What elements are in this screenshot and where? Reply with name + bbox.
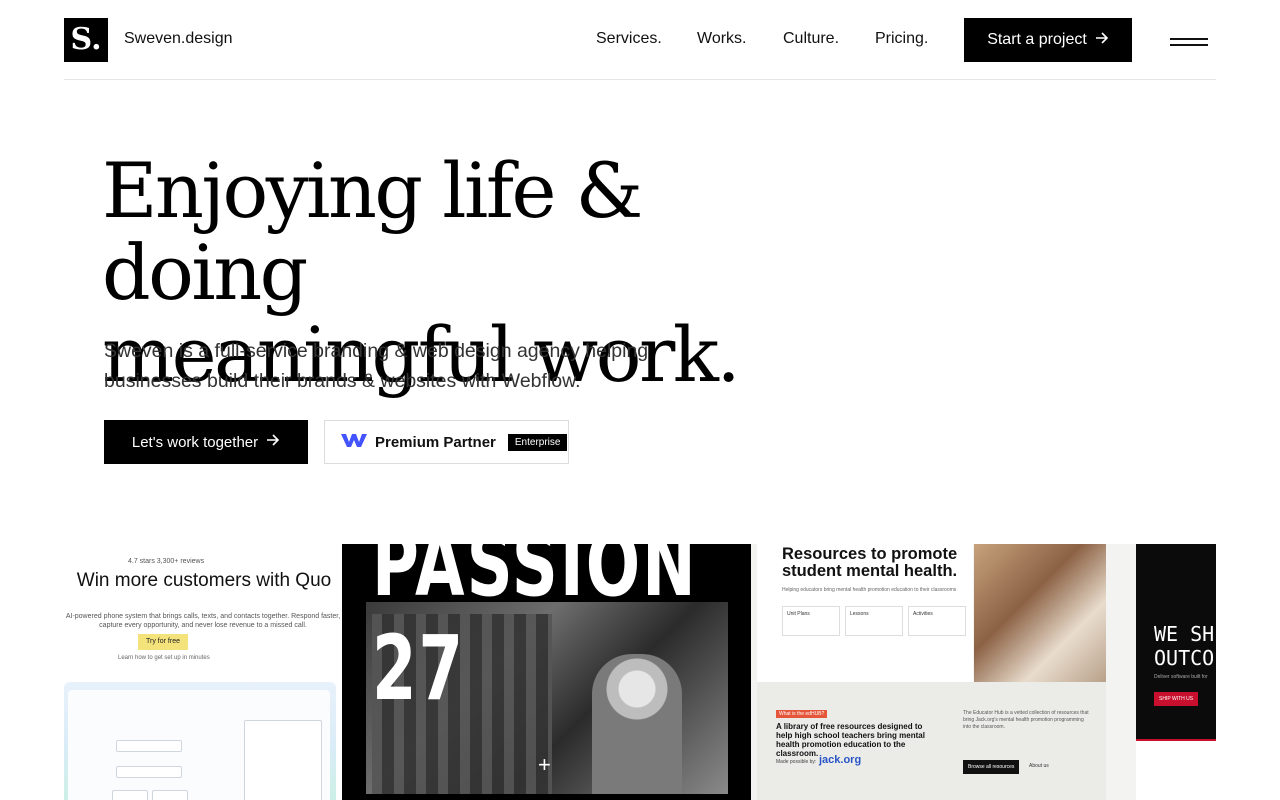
arrow-right-icon [1095, 31, 1109, 50]
enterprise-tag: Enterprise [507, 433, 568, 451]
showcase-jack[interactable]: Resources to promote student mental heal… [751, 544, 1136, 800]
nav-culture[interactable]: Culture. [783, 30, 839, 48]
quo-description: AI-powered phone system that brings call… [65, 613, 341, 629]
showcase-passion[interactable]: PASSION 27 + [342, 544, 751, 800]
jack-made-by: Made possible by: [776, 759, 817, 765]
jack-chip-unit-plans: Unit Plans [782, 606, 840, 636]
quo-learn-link[interactable]: Learn how to get set up in minutes [118, 655, 210, 661]
ship-lower-area [1136, 741, 1216, 800]
brand-name[interactable]: Sweven.design [124, 30, 233, 48]
start-project-label: Start a project [987, 31, 1087, 48]
mock-node [112, 790, 148, 800]
ship-headline: WE SH OUTCO [1154, 622, 1214, 670]
passion-wordmark: PASSION 27 [372, 544, 698, 722]
ship-button[interactable]: SHIP WITH US [1154, 692, 1199, 706]
jack-what-label: What is the edHUB? [776, 710, 828, 718]
ship-headline-line1: WE SH [1154, 622, 1215, 646]
quo-try-button[interactable]: Try for free [138, 634, 188, 650]
jack-description: Helping educators bring mental health pr… [782, 587, 957, 593]
logo-mark[interactable]: S. [64, 18, 108, 62]
mock-node [152, 790, 188, 800]
quo-title: Win more customers with Quo [76, 570, 332, 591]
quo-mockup-window [68, 690, 330, 800]
start-project-button[interactable]: Start a project [964, 18, 1132, 62]
nav-pricing[interactable]: Pricing. [875, 30, 928, 48]
jack-chip-activities: Activities [908, 606, 966, 636]
hero-subtext: Sweven is a full-service branding & web … [104, 340, 649, 392]
nav-services[interactable]: Services. [596, 30, 662, 48]
jack-hub-section: What is the edHUB? A library of free res… [757, 682, 1106, 800]
nav-works[interactable]: Works. [697, 30, 746, 48]
jack-browse-button[interactable]: Browse all resources [963, 760, 1020, 774]
showcase-quo[interactable]: 4.7 stars 3,300+ reviews Win more custom… [64, 544, 342, 800]
jack-about-link[interactable]: About us [1029, 763, 1049, 769]
ship-subtext: Deliver software built for [1154, 674, 1208, 680]
arrow-right-icon [266, 433, 280, 451]
site-header: S. Sweven.design Services. Works. Cultur… [64, 0, 1216, 80]
mock-node [116, 766, 182, 778]
ship-headline-line2: OUTCO [1154, 646, 1215, 670]
mock-node [116, 740, 182, 752]
quo-app-mockup [64, 682, 336, 800]
work-showcase: 4.7 stars 3,300+ reviews Win more custom… [64, 544, 1216, 800]
hero-headline-line1: Enjoying life & doing [102, 146, 643, 317]
hamburger-menu-icon[interactable] [1170, 26, 1212, 54]
jack-hub-description: The Educator Hub is a vetted collection … [963, 710, 1089, 730]
jack-students-photo [974, 544, 1106, 682]
jack-hero-left: Resources to promote student mental heal… [757, 544, 973, 682]
showcase-ship[interactable]: WE SH OUTCO Deliver software built for S… [1136, 544, 1216, 800]
partner-label: Premium Partner [375, 433, 496, 451]
quo-rating: 4.7 stars 3,300+ reviews [128, 558, 205, 565]
cross-icon: + [538, 752, 551, 777]
jack-logo: jack.org [819, 754, 862, 766]
jack-hub-title: A library of free resources designed to … [776, 722, 925, 758]
webflow-partner-badge[interactable]: Premium Partner Enterprise [324, 420, 569, 464]
work-together-button[interactable]: Let's work together [104, 420, 308, 464]
jack-title: Resources to promote student mental heal… [782, 545, 958, 580]
work-together-label: Let's work together [131, 433, 259, 451]
webflow-logo-icon [341, 432, 367, 453]
mock-sidepanel [244, 720, 322, 800]
jack-chip-lessons: Lessons [845, 606, 903, 636]
